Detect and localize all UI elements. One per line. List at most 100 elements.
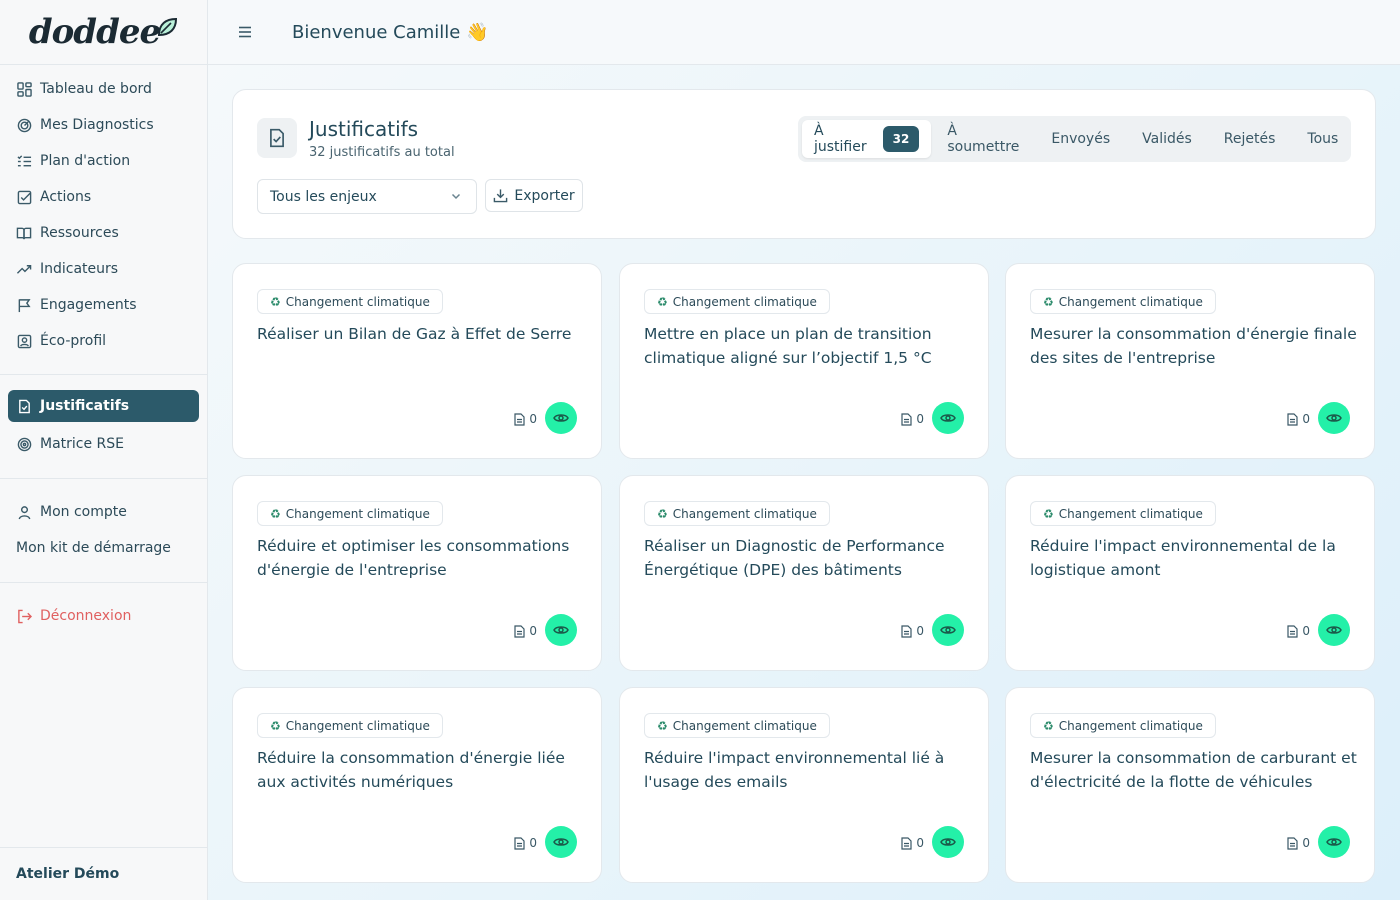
- book-icon: [16, 225, 32, 241]
- logout-button[interactable]: Déconnexion: [0, 598, 199, 634]
- download-icon: [494, 189, 508, 203]
- sidebar-footer[interactable]: Atelier Démo: [0, 847, 207, 900]
- sidebar-item-eco-profil[interactable]: Éco-profil: [0, 323, 199, 359]
- checkbox-icon: [16, 189, 32, 205]
- export-label: Exporter: [514, 187, 575, 204]
- page-subtitle: 32 justificatifs au total: [309, 145, 455, 160]
- view-button[interactable]: [545, 402, 577, 434]
- sidebar-item-tableau-de-bord[interactable]: Tableau de bord: [0, 71, 199, 107]
- sidebar: doddee Tableau de bord Mes Diagnostics P…: [0, 0, 208, 900]
- document-count-value: 0: [916, 412, 924, 426]
- justificatif-card[interactable]: ♻ Changement climatique Mettre en place u…: [619, 263, 989, 459]
- sidebar-item-label: Justificatifs: [40, 398, 130, 414]
- logout-label: Déconnexion: [40, 608, 132, 624]
- view-button[interactable]: [1318, 402, 1350, 434]
- document-count: 0: [514, 624, 537, 638]
- sidebar-item-mes-diagnostics[interactable]: Mes Diagnostics: [0, 107, 199, 143]
- tab-label: Tous: [1307, 131, 1339, 147]
- file-check-icon: [257, 118, 297, 158]
- category-badge: ♻ Changement climatique: [644, 289, 830, 314]
- dashboard-icon: [16, 81, 32, 97]
- eye-icon: [940, 414, 956, 422]
- document-count-value: 0: [529, 624, 537, 638]
- filter-value: Tous les enjeux: [270, 188, 377, 205]
- sidebar-item-ressources[interactable]: Ressources: [0, 215, 199, 251]
- justificatif-card[interactable]: ♻ Changement climatique Réduire l'impact …: [1005, 475, 1375, 671]
- document-count: 0: [901, 412, 924, 426]
- tab-tous[interactable]: Tous: [1291, 120, 1354, 158]
- view-button[interactable]: [932, 614, 964, 646]
- recycle-icon: ♻: [657, 506, 668, 521]
- tab-label: Validés: [1142, 131, 1192, 147]
- recycle-icon: ♻: [270, 506, 281, 521]
- sidebar-item-label: Mon kit de démarrage: [16, 540, 171, 556]
- document-count-value: 0: [1302, 624, 1310, 638]
- category-label: Changement climatique: [1058, 506, 1203, 521]
- sidebar-item-label: Mon compte: [40, 504, 127, 520]
- flag-icon: [16, 297, 32, 313]
- menu-icon[interactable]: [238, 22, 260, 43]
- sidebar-item-mon-compte[interactable]: Mon compte: [0, 494, 199, 530]
- tab-envoyes[interactable]: Envoyés: [1035, 120, 1126, 158]
- tab-valides[interactable]: Validés: [1126, 120, 1208, 158]
- recycle-icon: ♻: [1043, 718, 1054, 733]
- view-button[interactable]: [1318, 614, 1350, 646]
- category-badge: ♻ Changement climatique: [1030, 501, 1216, 526]
- chevron-down-icon: [450, 190, 462, 206]
- leaf-icon: [158, 17, 178, 37]
- category-label: Changement climatique: [285, 506, 430, 521]
- tab-label: À justifier: [814, 123, 867, 155]
- eye-icon: [553, 414, 569, 422]
- sidebar-item-kit-demarrage[interactable]: Mon kit de démarrage: [0, 530, 199, 566]
- justificatif-card[interactable]: ♻ Changement climatique Réaliser un Bilan…: [232, 263, 602, 459]
- justificatif-card[interactable]: ♻ Changement climatique Réaliser un Diagn…: [619, 475, 989, 671]
- view-button[interactable]: [932, 402, 964, 434]
- export-button[interactable]: Exporter: [485, 179, 583, 212]
- justificatif-card[interactable]: ♻ Changement climatique Réduire et optimi…: [232, 475, 602, 671]
- view-button[interactable]: [932, 826, 964, 858]
- view-button[interactable]: [1318, 826, 1350, 858]
- status-tabs: À justifier 32 À soumettre Envoyés Valid…: [798, 116, 1351, 162]
- card-title: Réduire l'impact environnemental de la l…: [1030, 537, 1336, 579]
- sidebar-item-indicateurs[interactable]: Indicateurs: [0, 251, 199, 287]
- tab-a-justifier[interactable]: À justifier 32: [802, 120, 932, 158]
- sidebar-item-plan-d-action[interactable]: Plan d'action: [0, 143, 199, 179]
- recycle-icon: ♻: [270, 294, 281, 309]
- justificatif-card[interactable]: ♻ Changement climatique Mesurer la consom…: [1005, 687, 1375, 883]
- sidebar-item-label: Mes Diagnostics: [40, 117, 154, 133]
- divider: [0, 374, 207, 375]
- sidebar-item-matrice-rse[interactable]: Matrice RSE: [0, 426, 199, 462]
- tab-a-soumettre[interactable]: À soumettre: [931, 120, 1035, 158]
- justificatif-card[interactable]: ♻ Changement climatique Mesurer la consom…: [1005, 263, 1375, 459]
- sidebar-item-actions[interactable]: Actions: [0, 179, 199, 215]
- eye-icon: [553, 626, 569, 634]
- eye-icon: [1326, 414, 1342, 422]
- category-badge: ♻ Changement climatique: [1030, 713, 1216, 738]
- page-title: Justificatifs: [309, 117, 419, 141]
- sidebar-item-label: Matrice RSE: [40, 436, 125, 452]
- document-icon: [514, 624, 525, 638]
- enjeux-filter-select[interactable]: Tous les enjeux: [257, 179, 477, 214]
- logo[interactable]: doddee: [29, 12, 178, 52]
- justificatif-card[interactable]: ♻ Changement climatique Réduire la consom…: [232, 687, 602, 883]
- sidebar-item-justificatifs[interactable]: Justificatifs: [8, 390, 199, 422]
- tab-rejetes[interactable]: Rejetés: [1208, 120, 1292, 158]
- recycle-icon: ♻: [1043, 294, 1054, 309]
- list-icon: [16, 153, 32, 169]
- document-icon: [1287, 624, 1298, 638]
- justificatif-card[interactable]: ♻ Changement climatique Réduire l'impact …: [619, 687, 989, 883]
- profile-icon: [16, 333, 32, 349]
- category-label: Changement climatique: [285, 718, 430, 733]
- recycle-icon: ♻: [657, 294, 668, 309]
- view-button[interactable]: [545, 826, 577, 858]
- document-icon: [901, 624, 912, 638]
- welcome-message: Bienvenue Camille 👋: [292, 21, 489, 43]
- top-header: Bienvenue Camille 👋: [208, 0, 1400, 65]
- view-button[interactable]: [545, 614, 577, 646]
- card-title: Réduire et optimiser les consommations d…: [257, 537, 570, 579]
- divider: [0, 478, 207, 479]
- tab-label: À soumettre: [947, 123, 1020, 155]
- card-title: Mesurer la consommation de carburant et …: [1030, 749, 1357, 791]
- file-check-icon: [16, 398, 32, 414]
- sidebar-item-engagements[interactable]: Engagements: [0, 287, 199, 323]
